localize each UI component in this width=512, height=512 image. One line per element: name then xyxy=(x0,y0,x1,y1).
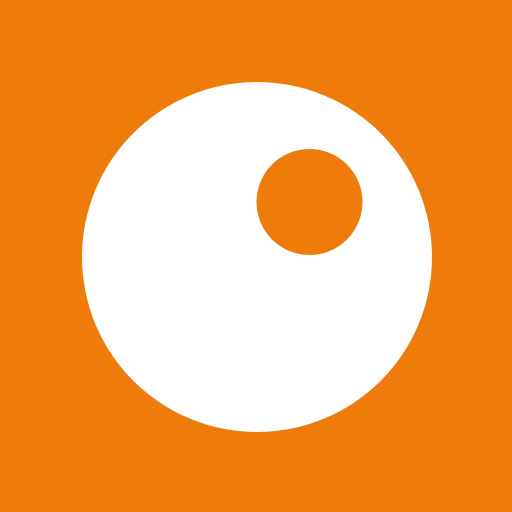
logo-outer-circle xyxy=(82,82,432,432)
app-logo xyxy=(0,0,512,512)
orange-circle-logo-icon xyxy=(0,0,512,512)
logo-inner-dot xyxy=(256,149,363,255)
